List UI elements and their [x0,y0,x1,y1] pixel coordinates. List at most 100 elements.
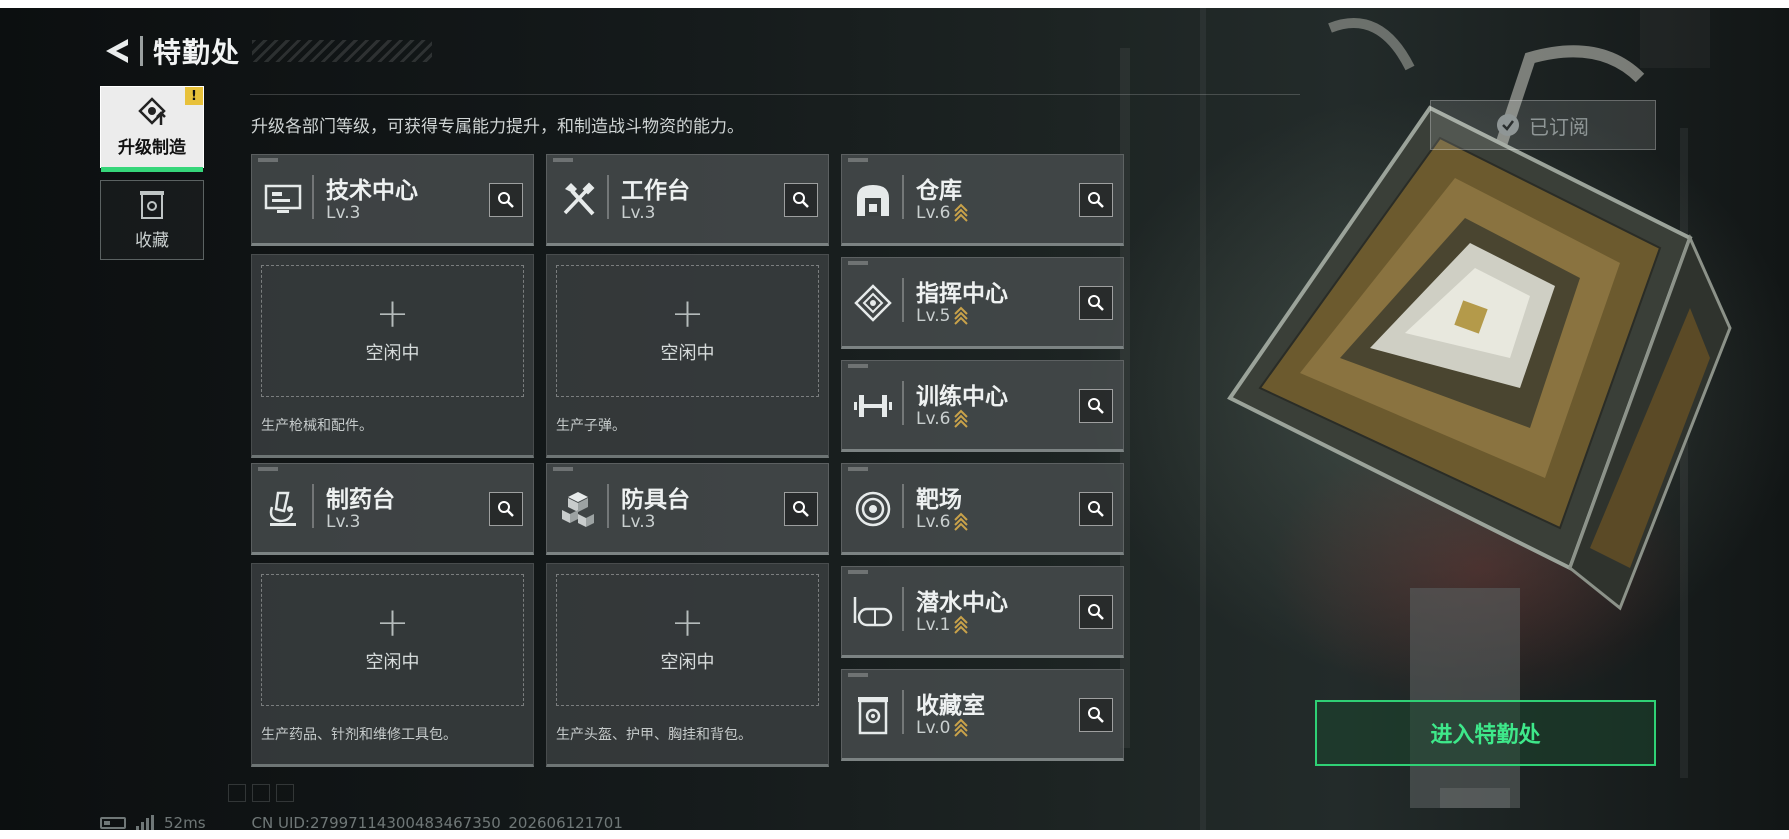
search-icon[interactable] [489,492,523,526]
production-panel-pharmacy: + 空闲中 生产药品、针剂和维修工具包。 [251,563,534,767]
dept-level: Lv.3 [326,203,361,223]
dept-card-armor-bench[interactable]: 防具台 Lv.3 [546,463,829,555]
enter-special-ops-button[interactable]: 进入特勤处 [1315,700,1656,766]
card-tag [848,261,868,265]
dept-name: 工作台 [621,178,690,204]
level-row: Lv.6 [916,409,969,429]
dept-level: Lv.3 [621,203,656,223]
dept-card-pharmacy[interactable]: 制药台 Lv.3 [251,463,534,555]
search-icon[interactable] [1079,183,1113,217]
slot-status: 空闲中 [365,652,420,673]
back-arrow-icon[interactable] [100,34,134,68]
computer-terminal-icon [260,177,306,223]
search-icon[interactable] [1079,286,1113,320]
dept-card-warehouse[interactable]: 仓库 Lv.6 [841,154,1124,246]
card-divider [312,484,314,528]
plus-icon: + [375,291,410,337]
production-description: 生产头盔、护甲、胸挂和背包。 [556,727,752,743]
dept-name: 制药台 [326,487,395,513]
production-slot[interactable]: + 空闲中 [261,574,524,706]
upgrade-available-icon [954,409,969,428]
card-tag [848,570,868,574]
level-row: Lv.0 [916,718,969,738]
production-slot[interactable]: + 空闲中 [556,574,819,706]
upgrade-available-icon [954,718,969,737]
armor-crates-icon [555,486,601,532]
cube-artwork [1227,105,1732,611]
search-icon[interactable] [784,183,818,217]
production-description: 生产药品、针剂和维修工具包。 [261,727,457,743]
card-tag [848,467,868,471]
dept-card-command-center[interactable]: 指挥中心 Lv.5 [841,257,1124,349]
tab-label: 收藏 [135,230,169,251]
dept-card-training-center[interactable]: 训练中心 Lv.6 [841,360,1124,452]
card-tag [258,467,278,471]
card-tag [553,158,573,162]
dept-card-tech-center[interactable]: 技术中心 Lv.3 [251,154,534,246]
search-icon[interactable] [784,492,818,526]
production-panel-tech-center: + 空闲中 生产枪械和配件。 [251,254,534,458]
level-row: Lv.3 [326,203,360,223]
title-decoration [252,40,433,62]
card-divider [902,278,904,322]
upgrade-available-icon [954,512,969,531]
notification-badge: ! [185,87,203,105]
dept-card-diving-center[interactable]: 潜水中心 Lv.1 [841,566,1124,658]
page-title: 特勤处 [153,36,241,69]
search-icon[interactable] [1079,389,1113,423]
production-slot[interactable]: + 空闲中 [261,265,524,397]
collection-room-icon [850,692,896,738]
hammer-wrench-icon [555,177,601,223]
slot-status: 空闲中 [660,343,715,364]
dept-card-collection-room[interactable]: 收藏室 Lv.0 [841,669,1124,761]
upgrade-available-icon [954,306,969,325]
card-divider [312,175,314,219]
tab-label: 升级制造 [118,137,186,158]
dept-name: 靶场 [916,487,962,513]
target-icon [850,486,896,532]
dept-level: Lv.6 [916,409,951,429]
search-icon[interactable] [1079,698,1113,732]
card-tag [848,673,868,677]
card-tag [848,364,868,368]
page-description: 升级各部门等级，可获得专属能力提升，和制造战斗物资的能力。 [251,117,744,137]
ping-value: 52ms [164,814,206,830]
search-icon[interactable] [1079,595,1113,629]
command-center-icon [850,280,896,326]
dept-name: 技术中心 [326,178,418,204]
dept-name: 仓库 [916,178,962,204]
tab-collection[interactable]: 收藏 [100,180,204,260]
dept-level: Lv.3 [326,512,361,532]
search-icon[interactable] [1079,492,1113,526]
dumbbell-icon [850,383,896,429]
level-row: Lv.6 [916,512,969,532]
card-tag [848,158,868,162]
production-panel-armor-bench: + 空闲中 生产头盔、护甲、胸挂和背包。 [546,563,829,767]
upgrade-craft-icon [138,96,166,125]
dept-card-shooting-range[interactable]: 靶场 Lv.6 [841,463,1124,555]
slot-status: 空闲中 [365,343,420,364]
card-tag [258,158,278,162]
plus-icon: + [670,291,705,337]
dept-card-workbench[interactable]: 工作台 Lv.3 [546,154,829,246]
dept-level: Lv.3 [621,512,656,532]
production-slot[interactable]: + 空闲中 [556,265,819,397]
diving-goggles-icon [850,589,896,635]
search-icon[interactable] [489,183,523,217]
level-row: Lv.5 [916,306,969,326]
level-row: Lv.6 [916,203,969,223]
header: 特勤处 [100,28,433,74]
card-divider [607,484,609,528]
dept-level: Lv.6 [916,203,951,223]
level-row: Lv.3 [621,512,655,532]
tab-upgrade-craft[interactable]: ! 升级制造 [100,86,204,172]
dept-level: Lv.1 [916,615,951,635]
dept-name: 训练中心 [916,384,1008,410]
decorative-marks [228,784,294,802]
plus-icon: + [375,600,410,646]
subscribed-button[interactable]: 已订阅 [1430,100,1656,150]
content-top-divider [250,94,1300,95]
dept-name: 收藏室 [916,693,985,719]
card-divider [902,484,904,528]
status-bar: 52ms CN UID:27997114300483467350_2026061… [100,814,623,830]
